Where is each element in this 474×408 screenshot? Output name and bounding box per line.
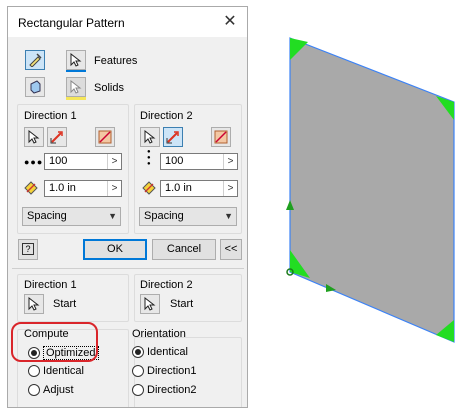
help-icon: ? <box>22 243 34 255</box>
direction1-midplane-button[interactable] <box>95 127 115 147</box>
radio-orient-direction2[interactable] <box>132 384 144 396</box>
spacing-diamond-icon-2 <box>142 181 156 195</box>
solids-label: Solids <box>94 82 124 94</box>
direction1-spacing-input[interactable]: 1.0 in > <box>44 180 122 197</box>
orientation-direction1-option[interactable]: Direction1 <box>132 365 197 377</box>
solids-select-button[interactable] <box>25 77 45 97</box>
spacing-diamond-icon-1 <box>24 181 38 195</box>
features-cursor-button[interactable] <box>66 50 86 70</box>
radio-identical[interactable] <box>28 365 40 377</box>
direction1-title: Direction 1 <box>24 110 77 122</box>
title-bar: Rectangular Pattern ✕ <box>8 7 247 37</box>
direction2-midplane-button[interactable] <box>211 127 231 147</box>
arrow-cursor-icon <box>70 53 82 67</box>
direction2-spacing-input[interactable]: 1.0 in > <box>160 180 238 197</box>
start2-select-button[interactable] <box>140 294 160 314</box>
direction2-flip-button[interactable] <box>163 127 183 147</box>
solids-underline <box>66 97 86 100</box>
start2-label: Start <box>170 298 194 310</box>
direction2-spacing-arrow[interactable]: > <box>223 181 237 196</box>
direction1-flip-button[interactable] <box>47 127 67 147</box>
compute-adjust-option[interactable]: Adjust <box>28 384 74 396</box>
radio-orient-direction1[interactable] <box>132 365 144 377</box>
direction2-path-button[interactable] <box>140 127 160 147</box>
help-button[interactable]: ? <box>18 239 38 260</box>
features-select-button[interactable] <box>25 50 45 70</box>
start1-label: Start <box>53 298 77 310</box>
arrow-cursor-icon <box>28 297 40 311</box>
part-face[interactable] <box>289 37 455 343</box>
orientation-title: Orientation <box>132 328 186 340</box>
arrow-cursor-icon <box>144 130 156 144</box>
direction1-method-select[interactable]: Spacing ▼ <box>22 207 121 226</box>
arrow-cursor-icon <box>70 80 82 94</box>
midplane-icon <box>98 130 112 144</box>
arrow-cursor-icon <box>28 130 40 144</box>
direction1-spacing-arrow[interactable]: > <box>107 181 121 196</box>
orientation-identical-option[interactable]: Identical <box>132 346 188 358</box>
count-icon-1: ●●● <box>24 157 44 167</box>
ok-button[interactable]: OK <box>83 239 147 260</box>
start2-title: Direction 2 <box>140 279 193 291</box>
start1-select-button[interactable] <box>24 294 44 314</box>
direction2-count-input[interactable]: 100 > <box>160 153 238 170</box>
separator <box>12 268 244 269</box>
direction1-count-input[interactable]: 100 > <box>44 153 122 170</box>
midplane-icon <box>214 130 228 144</box>
compute-identical-option[interactable]: Identical <box>28 365 84 377</box>
features-label: Features <box>94 55 138 67</box>
chevron-down-icon: ▼ <box>224 211 233 221</box>
arrow-cursor-icon <box>144 297 156 311</box>
direction2-method-select[interactable]: Spacing ▼ <box>139 207 237 226</box>
features-underline <box>66 70 86 72</box>
cancel-button[interactable]: Cancel <box>152 239 216 260</box>
close-button[interactable]: ✕ <box>219 11 241 33</box>
orientation-direction2-option[interactable]: Direction2 <box>132 384 197 396</box>
count-icon-2: ● ● ● <box>147 149 151 167</box>
flip-direction-icon <box>166 131 179 144</box>
chevron-down-icon: ▼ <box>108 211 117 221</box>
cursor-feature-icon <box>29 53 42 67</box>
direction2-count-arrow[interactable]: > <box>223 154 237 169</box>
direction1-count-arrow[interactable]: > <box>107 154 121 169</box>
solids-cursor-button[interactable] <box>66 77 86 97</box>
dialog-title: Rectangular Pattern <box>18 16 125 30</box>
direction1-path-button[interactable] <box>24 127 44 147</box>
graphics-viewport[interactable] <box>260 20 474 408</box>
solid-body-icon <box>30 80 41 94</box>
more-options-button[interactable]: << <box>220 239 242 260</box>
radio-adjust[interactable] <box>28 384 40 396</box>
radio-orient-identical[interactable] <box>132 346 144 358</box>
highlight-ring <box>11 322 98 362</box>
start1-title: Direction 1 <box>24 279 77 291</box>
flip-direction-icon <box>50 131 63 144</box>
direction2-title: Direction 2 <box>140 110 193 122</box>
